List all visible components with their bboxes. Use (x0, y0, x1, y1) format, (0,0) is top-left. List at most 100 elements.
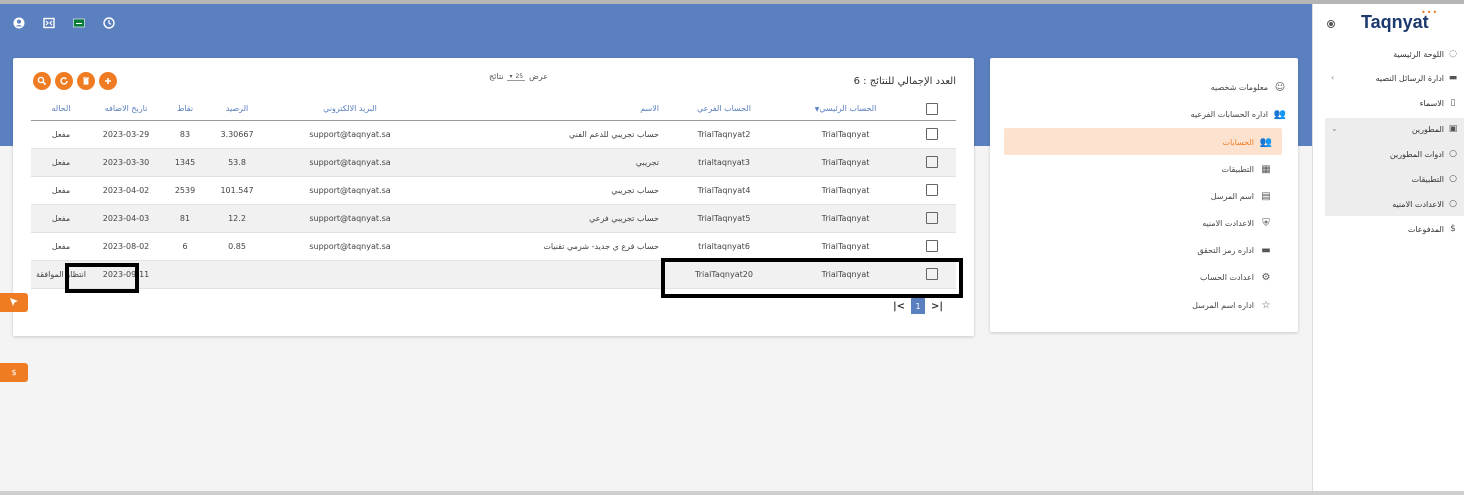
sidebar-item-security[interactable]: ○ الاعدادت الامنيه (1392, 192, 1458, 216)
col-email[interactable]: البريد الالكتروني (265, 98, 435, 121)
table-row: مفعل 2023-04-03 81 12.2 support@taqnyat.… (31, 204, 956, 233)
col-sub-account[interactable]: الحساب الفرعي (665, 98, 783, 121)
sidebar-item-dashboard[interactable]: ◌ اللوحة الرئيسية (1393, 42, 1458, 66)
first-page-icon[interactable]: |< (893, 301, 905, 312)
col-points[interactable]: نقاط (161, 98, 209, 121)
cell-date: 2023-04-03 (91, 204, 161, 233)
cell-status: مفعل (31, 176, 91, 205)
cell-balance: 3.30667 (209, 120, 265, 149)
page-size-control: عرض 25 ▾ نتائج (489, 72, 548, 81)
cell-status: مفعل (31, 148, 91, 177)
sidebar-item-dev-tools[interactable]: ○ ادوات المطورين (1390, 142, 1458, 166)
group-icon: 👥 (1273, 108, 1286, 120)
palette-icon: ◌ (1449, 49, 1457, 59)
menu-item-sender-management[interactable]: ☆ اداره اسم المرسل (1192, 292, 1272, 318)
cell-email: support@taqnyat.sa (265, 204, 435, 233)
sidebar-item-payments[interactable]: $ المدفوعات (1408, 217, 1458, 241)
last-page-icon[interactable]: >| (931, 301, 943, 312)
menu-item-apps[interactable]: ▦ التطبيقات (1222, 156, 1272, 182)
menu-item-account-settings[interactable]: ⚙ اعدادت الحساب (1200, 264, 1272, 290)
add-icon[interactable] (99, 72, 117, 90)
gear-icon: ⚙ (1261, 271, 1271, 283)
row-checkbox[interactable] (926, 212, 938, 224)
dot-icon: ○ (1449, 149, 1457, 159)
sidebar-toggle[interactable] (1327, 20, 1335, 28)
sidebar-item-developers[interactable]: ▣ المطورين (1412, 117, 1458, 141)
cell-status: انتظار الموافقة (31, 260, 91, 289)
cell-name: حساب فرع ي جديد- شرمي تقنيات (435, 232, 665, 261)
float-cursor-button[interactable] (0, 293, 28, 312)
table-row: مفعل 2023-03-30 1345 53.8 support@taqnya… (31, 148, 956, 177)
cell-balance: 101.547 (209, 176, 265, 205)
flag-icon[interactable] (72, 16, 86, 30)
delete-icon[interactable] (77, 72, 95, 90)
cell-date: 2023-03-30 (91, 148, 161, 177)
menu-item-accounts[interactable]: 👥 الحسابات (1222, 129, 1272, 155)
menu-item-otp[interactable]: ▬ اداره رمز التحقق (1197, 237, 1272, 263)
cell-name: حساب تجريبي فرعي (435, 204, 665, 233)
window-frame-bottom (0, 491, 1464, 495)
menu-item-security[interactable]: ⛨ الاعدادت الامنيه (1202, 210, 1272, 236)
top-icons (12, 16, 116, 30)
row-checkbox[interactable] (926, 268, 938, 280)
sidebar-item-names[interactable]: ▯ الاسماء (1420, 91, 1458, 115)
col-name[interactable]: الاسم (435, 98, 665, 121)
cell-email: support@taqnyat.sa (265, 120, 435, 149)
cell-points: 2539 (161, 176, 209, 205)
dollar-icon: $ (1450, 224, 1456, 234)
col-added-date[interactable]: تاريخ الاضافه (91, 98, 161, 121)
cell-points (161, 260, 209, 289)
accounts-icon: 👥 (1259, 136, 1272, 148)
apps-grid-icon: ▦ (1261, 163, 1271, 175)
col-main-account[interactable]: ▼الحساب الرئيسي (783, 98, 908, 121)
chevron-down-icon: ▾ (509, 72, 513, 80)
total-results-label: العدد الإجمالي للنتائج : 6 (853, 76, 956, 87)
page-number[interactable]: 1 (911, 298, 926, 314)
refresh-icon[interactable] (55, 72, 73, 90)
menu-item-personal-info[interactable]: ☺ معلومات شخصيه (1211, 74, 1286, 100)
cell-email: support@taqnyat.sa (265, 176, 435, 205)
menu-item-sender-name[interactable]: ▤ اسم المرسل (1211, 183, 1272, 209)
cell-balance: 0.85 (209, 232, 265, 261)
sidebar-item-apps[interactable]: ○ التطبيقات (1412, 167, 1458, 191)
cell-balance: 53.8 (209, 148, 265, 177)
menu-item-sub-accounts[interactable]: 👥 اداره الحسابات الفرعيه (1191, 101, 1286, 127)
cell-email (265, 260, 435, 289)
sidebar-item-sms[interactable]: ▬ ادارة الرسائل النصيه (1376, 66, 1458, 90)
row-checkbox[interactable] (926, 156, 938, 168)
row-checkbox[interactable] (926, 184, 938, 196)
cell-email: support@taqnyat.sa (265, 148, 435, 177)
fullscreen-icon[interactable] (42, 16, 56, 30)
smiley-icon: ☺ (1274, 81, 1286, 93)
col-status[interactable]: الحاله (31, 98, 91, 121)
book-icon: ▯ (1450, 98, 1456, 108)
sidebar: ••• Taqnyat ◌ اللوحة الرئيسية ‹ ▬ ادارة … (1312, 4, 1464, 491)
cell-select (908, 176, 956, 205)
cell-sub-account: trialtaqnyat3 (665, 148, 783, 177)
float-payment-button[interactable]: $ (0, 363, 28, 382)
row-checkbox[interactable] (926, 240, 938, 252)
chevron-down-icon: ⌄ (1331, 124, 1338, 133)
dollar-icon: $ (11, 368, 17, 377)
user-circle-icon[interactable] (12, 16, 26, 30)
row-checkbox[interactable] (926, 128, 938, 140)
select-all-checkbox[interactable] (926, 102, 938, 115)
account-menu-panel: ☺ معلومات شخصيه 👥 اداره الحسابات الفرعيه… (990, 58, 1298, 332)
star-icon: ☆ (1261, 299, 1271, 311)
accounts-table-panel: عرض 25 ▾ نتائج العدد الإجمالي للنتائج : … (13, 58, 974, 336)
cell-main-account: TrialTaqnyat (783, 204, 908, 233)
page-size-select[interactable]: 25 ▾ (507, 72, 526, 81)
table-toolbar (33, 72, 117, 90)
message-icon: ▬ (1448, 73, 1458, 83)
cell-date: 2023-09-11 (91, 260, 161, 289)
cell-name (435, 260, 665, 289)
clock-icon[interactable] (102, 16, 116, 30)
search-icon[interactable] (33, 72, 51, 90)
cell-balance (209, 260, 265, 289)
cell-date: 2023-03-29 (91, 120, 161, 149)
cell-status: مفعل (31, 204, 91, 233)
cell-date: 2023-04-02 (91, 176, 161, 205)
cell-balance: 12.2 (209, 204, 265, 233)
chevron-left-icon: ‹ (1331, 73, 1335, 82)
col-balance[interactable]: الرصيد (209, 98, 265, 121)
